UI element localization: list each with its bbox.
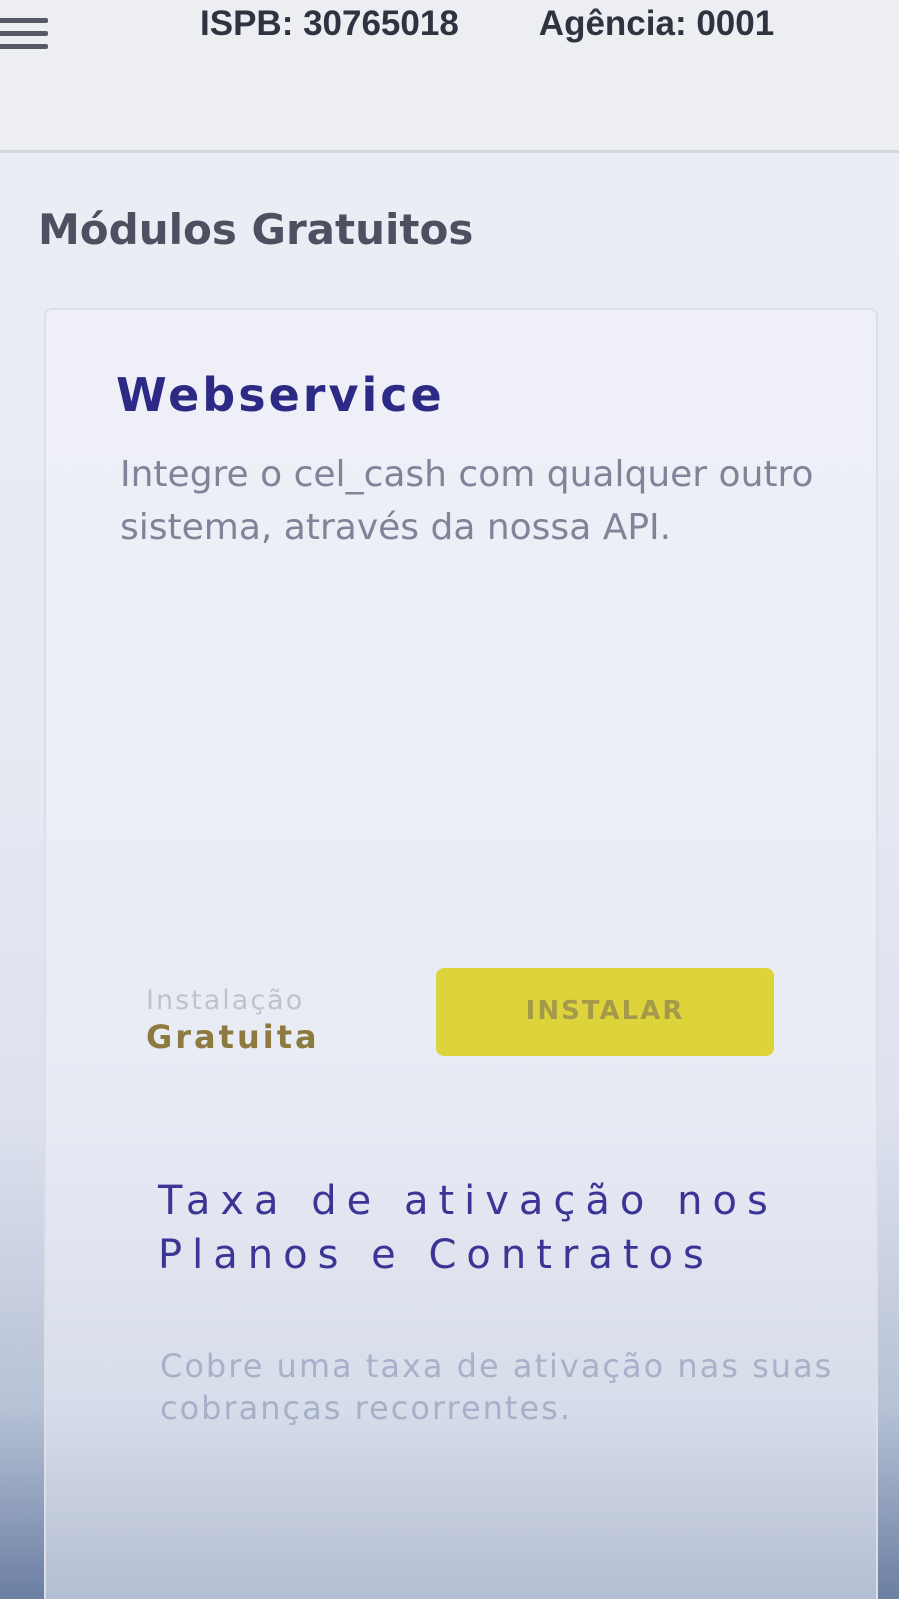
install-button[interactable]: INSTALAR (436, 968, 774, 1056)
module-title-activation-fee: Taxa de ativação nos Planos e Contratos (158, 1178, 778, 1278)
module-title-webservice: Webservice (116, 368, 445, 422)
agencia-text: Agência: 0001 (538, 4, 775, 43)
bank-info: ISPB: 30765018 Agência: 0001 (200, 4, 774, 44)
install-price: Gratuita (146, 1018, 320, 1056)
top-bar: ISPB: 30765018 Agência: 0001 (0, 0, 899, 153)
install-label: Instalação (146, 985, 305, 1016)
ispb-text: ISPB: 30765018 (200, 4, 459, 43)
module-description-webservice: Integre o cel_cash com qualquer outro si… (120, 454, 814, 548)
section-title: Módulos Gratuitos (38, 205, 474, 254)
hamburger-menu-icon[interactable] (0, 18, 48, 54)
module-description-activation-fee: Cobre uma taxa de ativação nas suas cobr… (160, 1347, 834, 1427)
